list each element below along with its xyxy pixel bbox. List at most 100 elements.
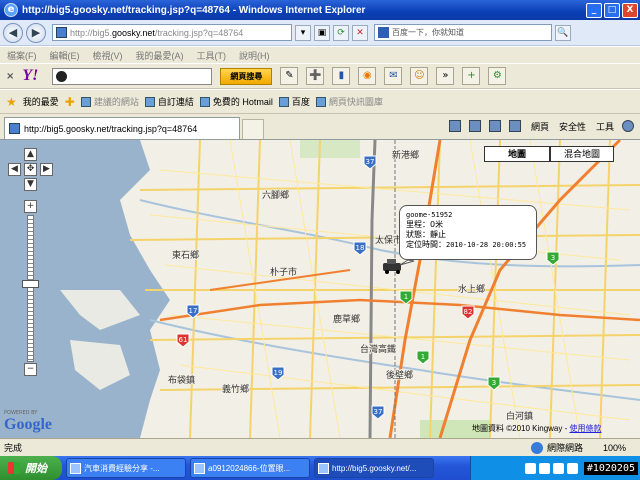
status-bar: 完成 網際網路 100% bbox=[0, 438, 640, 456]
zoom-in-button[interactable]: + bbox=[24, 200, 37, 213]
feeds-icon[interactable] bbox=[468, 120, 481, 132]
tray-icon[interactable] bbox=[566, 462, 578, 474]
add-icon[interactable]: + bbox=[462, 67, 481, 85]
tray-icon[interactable] bbox=[552, 462, 564, 474]
svg-text:1: 1 bbox=[404, 293, 408, 301]
toolbar-close-icon[interactable]: × bbox=[6, 71, 14, 82]
minimize-button[interactable]: _ bbox=[586, 2, 602, 18]
road-shield-icon: 61 bbox=[176, 333, 190, 348]
favorites-star-icon[interactable]: ★ bbox=[6, 95, 17, 109]
road-shield-icon: 37 bbox=[371, 405, 385, 420]
zoom-level[interactable]: 100% bbox=[603, 443, 626, 453]
pan-down-button[interactable]: ▼ bbox=[24, 178, 37, 191]
fav-link-hotmail[interactable]: 免費的 Hotmail bbox=[199, 95, 273, 108]
help-icon[interactable] bbox=[622, 120, 634, 132]
zoom-slider-track[interactable] bbox=[27, 215, 34, 362]
back-button[interactable]: ◀ bbox=[3, 22, 23, 43]
map-type-map-button[interactable]: 地圖 bbox=[484, 146, 550, 162]
address-dropdown-icon[interactable]: ▾ bbox=[295, 24, 311, 41]
taskbar-item-tracking[interactable]: http://big5.goosky.net/... bbox=[314, 458, 434, 478]
address-host: goosky.net bbox=[112, 27, 155, 38]
pan-center-button[interactable]: ✥ bbox=[24, 163, 37, 176]
pan-right-button[interactable]: ▶ bbox=[40, 163, 53, 176]
place-label: 新港鄉 bbox=[392, 149, 419, 161]
vehicle-id: goome-51952 bbox=[406, 211, 453, 219]
new-tab-button[interactable] bbox=[242, 119, 264, 139]
link-icon bbox=[80, 96, 91, 107]
fav-link-gallery[interactable]: 網頁快訊圖庫 bbox=[315, 95, 383, 108]
close-button[interactable]: X bbox=[622, 2, 638, 18]
place-label: 水上鄉 bbox=[458, 283, 485, 295]
zoom-out-button[interactable]: − bbox=[24, 363, 37, 376]
svg-text:61: 61 bbox=[179, 336, 188, 344]
link-icon bbox=[199, 96, 210, 107]
car-marker-icon[interactable] bbox=[383, 259, 401, 274]
google-logo[interactable]: POWERED BY Google bbox=[4, 410, 52, 434]
menu-edit[interactable]: 編輯(E) bbox=[50, 49, 80, 62]
zoom-slider-handle[interactable] bbox=[22, 280, 39, 288]
svg-text:3: 3 bbox=[551, 254, 555, 262]
zone-label: 網際網路 bbox=[546, 443, 583, 453]
taskbar-item-location[interactable]: a0912024866-位置眼... bbox=[190, 458, 310, 478]
page-favicon-icon bbox=[56, 27, 67, 38]
stop-icon[interactable]: ✕ bbox=[352, 24, 368, 41]
menu-tools[interactable]: 工具(T) bbox=[197, 49, 227, 62]
map-attribution: 地圖資料 ©2010 Kingway - 使用條款 bbox=[472, 423, 602, 434]
pan-left-button[interactable]: ◀ bbox=[8, 163, 21, 176]
favorites-label[interactable]: 我的最愛 bbox=[23, 95, 59, 108]
bookmark-icon[interactable]: ▮ bbox=[332, 67, 351, 85]
safety-menu[interactable]: 安全性 bbox=[559, 120, 586, 133]
fav-link-suggested[interactable]: 建議的網站 bbox=[80, 95, 139, 108]
tray-icon[interactable] bbox=[538, 462, 550, 474]
mail-icon[interactable]: ✉ bbox=[384, 67, 403, 85]
taskbar-item-car-forum[interactable]: 汽車消費經驗分享 -... bbox=[66, 458, 186, 478]
vehicle-info-popup: goome-51952 里程：0米 狀態：靜止 定位時間：2010-10-28 … bbox=[399, 205, 537, 260]
tab-current[interactable]: http://big5.goosky.net/tracking.jsp?q=48… bbox=[4, 117, 240, 139]
yahoo-search-input[interactable] bbox=[52, 67, 213, 85]
taskbar: 開始 汽車消費經驗分享 -... a0912024866-位置眼... http… bbox=[0, 456, 640, 480]
pencil-icon[interactable]: ✎ bbox=[280, 67, 299, 85]
vehicle-time-value: 2010-10-28 20:00:55 bbox=[446, 241, 527, 249]
place-label: 義竹鄉 bbox=[222, 383, 249, 395]
terms-link[interactable]: 使用條款 bbox=[570, 424, 602, 433]
globe-icon bbox=[530, 441, 543, 454]
menu-help[interactable]: 說明(H) bbox=[239, 49, 270, 62]
rss-icon[interactable]: ◉ bbox=[358, 67, 377, 85]
start-button[interactable]: 開始 bbox=[0, 456, 62, 480]
tools-menu[interactable]: 工具 bbox=[596, 120, 614, 133]
place-label: 鹿草鄉 bbox=[333, 313, 360, 325]
home-icon[interactable] bbox=[448, 120, 461, 132]
arrows-icon[interactable]: » bbox=[436, 67, 455, 85]
search-input[interactable]: 百度一下，你就知道 bbox=[374, 24, 552, 41]
taskbar-item-label: http://big5.goosky.net/... bbox=[332, 463, 417, 473]
read-mail-icon[interactable] bbox=[488, 120, 501, 132]
address-input[interactable]: http://big5. goosky.net /tracking.jsp?q=… bbox=[52, 24, 292, 41]
search-icon[interactable]: 🔍 bbox=[555, 24, 571, 41]
fav-link-label: 建議的網站 bbox=[93, 97, 139, 107]
refresh-icon[interactable]: ⟳ bbox=[333, 24, 349, 41]
fav-link-baidu[interactable]: 百度 bbox=[278, 95, 310, 108]
fav-link-custom[interactable]: 自訂連結 bbox=[144, 95, 194, 108]
pan-up-button[interactable]: ▲ bbox=[24, 148, 37, 161]
compat-view-icon[interactable]: ▣ bbox=[314, 24, 330, 41]
add-favorite-icon[interactable]: ✚ bbox=[65, 95, 75, 109]
page-menu[interactable]: 網頁 bbox=[531, 120, 549, 133]
menu-view[interactable]: 檢視(V) bbox=[93, 49, 123, 62]
map-type-hybrid-button[interactable]: 混合地圖 bbox=[550, 146, 614, 162]
maximize-button[interactable]: □ bbox=[604, 2, 620, 18]
messenger-icon[interactable]: ☺ bbox=[410, 67, 429, 85]
road-shield-icon: 3 bbox=[546, 251, 560, 266]
yahoo-logo[interactable]: Y! bbox=[22, 67, 38, 85]
plus-icon[interactable]: ➕ bbox=[306, 67, 325, 85]
settings-icon[interactable]: ⚙ bbox=[488, 67, 507, 85]
security-zone[interactable]: 網際網路 bbox=[530, 441, 583, 454]
web-search-button[interactable]: 網頁搜尋 bbox=[220, 67, 273, 85]
map-view[interactable]: 37 18 1 17 61 82 19 3 3 1 37 新港鄉 六腳鄉 太保市 東石鄉 朴子市 水上鄉 鹿草鄉… bbox=[0, 140, 640, 438]
menu-favorites[interactable]: 我的最愛(A) bbox=[136, 49, 184, 62]
menu-file[interactable]: 檔案(F) bbox=[7, 49, 37, 62]
forward-button[interactable]: ▶ bbox=[26, 22, 46, 43]
map-canvas[interactable]: 37 18 1 17 61 82 19 3 3 1 37 新港鄉六腳鄉太保市東石鄉朴子市水上鄉鹿草鄉… bbox=[0, 140, 640, 438]
print-icon[interactable] bbox=[508, 120, 521, 132]
tray-icon[interactable] bbox=[524, 462, 536, 474]
ie-icon: e bbox=[4, 3, 18, 17]
